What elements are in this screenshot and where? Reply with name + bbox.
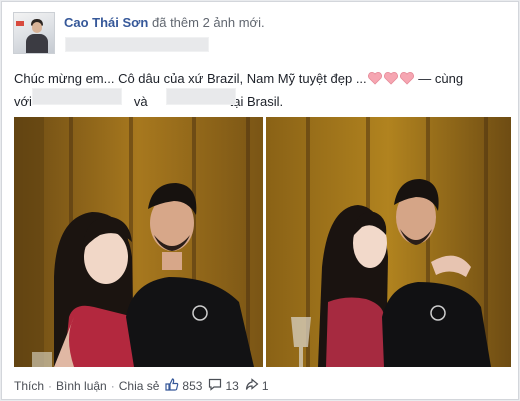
post-text-location: tại Brasil.	[229, 94, 284, 109]
photo-2[interactable]	[266, 117, 511, 367]
comment-count-stat[interactable]: 13	[208, 378, 239, 394]
like-count-stat[interactable]: 853	[165, 378, 202, 394]
redacted-tag-1	[32, 88, 122, 105]
share-link[interactable]: Chia sẻ	[119, 379, 160, 393]
share-count: 1	[261, 379, 269, 393]
comment-count: 13	[225, 379, 239, 393]
share-icon	[245, 378, 262, 394]
heart-icon	[367, 70, 415, 91]
author-name[interactable]: Cao Thái Sơn	[64, 15, 148, 30]
photo-1[interactable]	[14, 117, 263, 367]
thumbs-up-icon	[165, 378, 182, 394]
redacted-timestamp	[65, 37, 209, 52]
post-card: Cao Thái Sơn đã thêm 2 ảnh mới. Chúc mừn…	[1, 1, 519, 400]
like-link[interactable]: Thích	[14, 379, 44, 393]
redacted-tag-2	[166, 88, 236, 105]
avatar[interactable]	[13, 12, 55, 54]
share-count-stat[interactable]: 1	[245, 378, 269, 394]
post-text-with: với	[14, 94, 32, 109]
comment-icon	[208, 378, 225, 394]
post-actions: Thích · Bình luận · Chia sẻ 853 13 1	[14, 378, 269, 394]
post-header: Cao Thái Sơn đã thêm 2 ảnh mới.	[64, 15, 265, 30]
post-text-line1-tail: — cùng	[414, 71, 464, 86]
comment-link[interactable]: Bình luận	[56, 379, 107, 393]
separator: ·	[110, 379, 115, 393]
post-text-line1: Chúc mừng em... Cô dâu của xứ Brazil, Na…	[14, 71, 367, 86]
separator: ·	[48, 379, 53, 393]
like-count: 853	[182, 379, 203, 393]
post-action: đã thêm 2 ảnh mới.	[152, 15, 265, 30]
post-text-and: và	[133, 94, 148, 109]
